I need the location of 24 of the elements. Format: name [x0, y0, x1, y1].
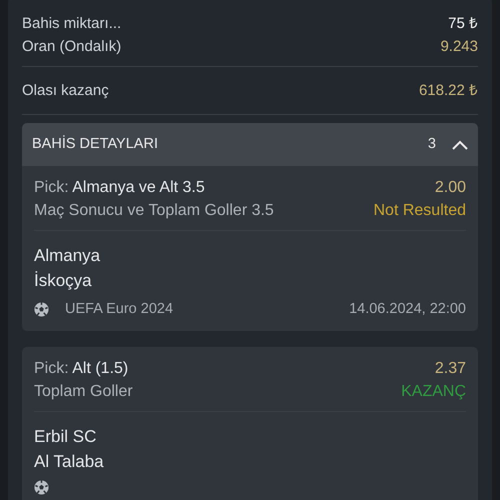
- market-name: Maç Sonucu ve Toplam Goller 3.5: [34, 201, 274, 221]
- match-date: 14.06.2024, 22:00: [349, 300, 466, 319]
- odds-value: 2.37: [434, 358, 466, 379]
- pick-text: Pick: Almanya ve Alt 3.5: [34, 178, 205, 198]
- market-name: Toplam Goller: [34, 382, 133, 402]
- team-name: Al Talaba: [34, 450, 105, 473]
- potential-win-value: 618.22 ₺: [418, 81, 478, 101]
- summary-value: 75 ₺: [448, 14, 478, 34]
- summary-label: Oran (Ondalık): [22, 37, 122, 57]
- league-name: UEFA Euro 2024: [65, 300, 174, 319]
- summary-label: Bahis miktarı...: [22, 14, 122, 34]
- odds-value: 2.00: [434, 178, 466, 198]
- team-name: İskoçya: [34, 270, 93, 292]
- soccer-ball-icon: [34, 302, 49, 318]
- bet-status: KAZANÇ: [401, 382, 466, 402]
- team-name: Almanya: [34, 245, 102, 267]
- summary-value: 9.243: [440, 37, 478, 57]
- pick-text: Pick: Alt (1.5): [34, 358, 128, 379]
- soccer-ball-icon: [34, 480, 49, 495]
- bet-details-header[interactable]: BAHİS DETAYLARI 3: [22, 123, 478, 166]
- bet-status: Not Resulted: [374, 201, 466, 221]
- team-name: Erbil SC: [34, 426, 98, 448]
- potential-win-label: Olası kazanç: [22, 81, 109, 101]
- bet-count: 3: [428, 134, 436, 154]
